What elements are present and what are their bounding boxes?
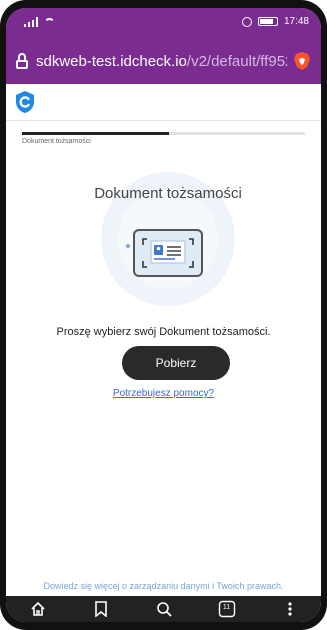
battery-icon: [257, 17, 278, 26]
instruction-text: Proszę wybierz swój Dokument tożsamości.: [56, 326, 271, 338]
status-time: 17:48: [283, 16, 309, 27]
signal-icon: [24, 17, 38, 27]
url-path: /v2/default/ff952: [186, 52, 287, 70]
download-button[interactable]: Pobierz: [122, 346, 230, 380]
tabs-button[interactable]: 11: [217, 599, 237, 619]
more-vertical-icon[interactable]: [280, 599, 300, 619]
url-bar[interactable]: sdkweb-test.idcheck.io/v2/default/ff952: [6, 38, 321, 84]
privacy-link[interactable]: Dowiedz się więcej o zarządzaniu danymi …: [6, 581, 321, 591]
home-icon[interactable]: [28, 599, 48, 619]
bookmark-icon[interactable]: [91, 599, 111, 619]
tabs-count: 11: [222, 604, 231, 611]
status-bar: 17:48: [6, 8, 321, 38]
help-link[interactable]: Potrzebujesz pomocy?: [6, 388, 321, 399]
progress-bar: [22, 132, 305, 135]
alarm-icon: [241, 16, 252, 27]
bottom-navigation: 11: [6, 596, 321, 622]
brave-lion-icon[interactable]: [293, 51, 311, 71]
shield-logo-icon: [16, 91, 34, 113]
screen: 17:48 sdkweb-test.idcheck.io/v2/default/…: [6, 8, 321, 622]
search-icon[interactable]: [154, 599, 174, 619]
decor-dot: [126, 244, 130, 248]
url-text[interactable]: sdkweb-test.idcheck.io/v2/default/ff952: [36, 53, 287, 70]
url-host: sdkweb-test.idcheck.io: [36, 52, 187, 70]
progress-fill: [22, 132, 170, 135]
lock-icon: [16, 53, 28, 69]
app-header: [6, 84, 321, 121]
step-label: Dokument tożsamości: [22, 138, 91, 145]
illustration-title: Dokument tożsamości: [94, 185, 242, 202]
phone-frame: 17:48 sdkweb-test.idcheck.io/v2/default/…: [0, 0, 327, 630]
wifi-icon: [44, 17, 55, 27]
id-card-icon: [133, 229, 203, 277]
